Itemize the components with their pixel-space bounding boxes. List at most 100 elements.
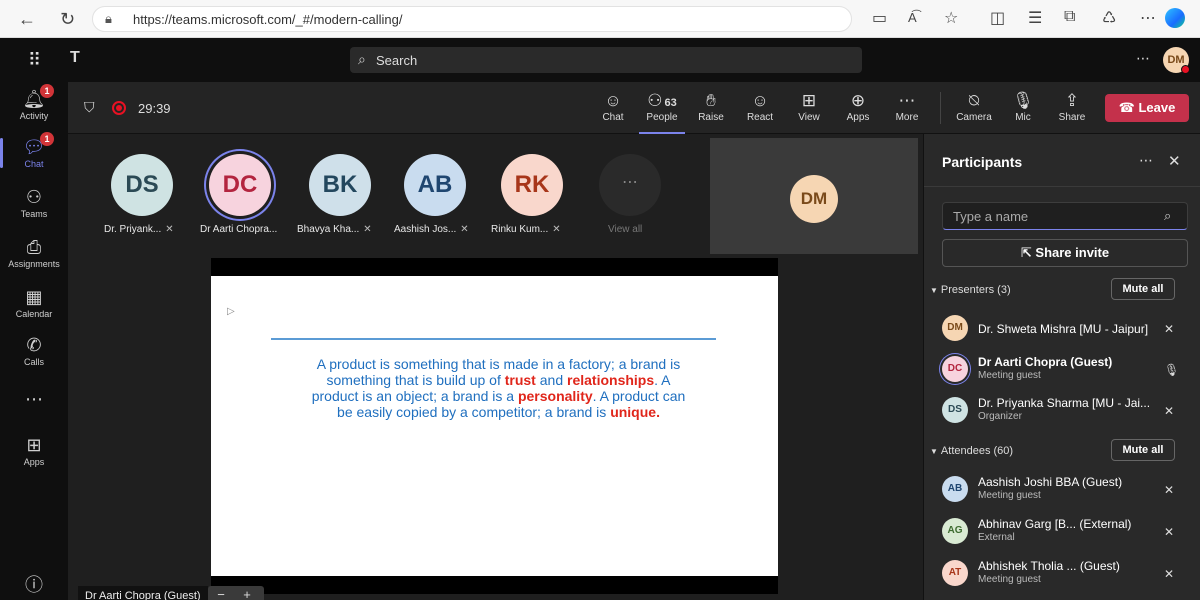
chat-button[interactable]: ☺ Chat [590, 90, 636, 123]
participant-row[interactable]: DS Dr. Priyanka Sharma [MU - Jai... Orga… [942, 392, 1192, 430]
rail-label: Assignments [8, 259, 60, 269]
app-launcher-icon[interactable]: ⠿ [28, 50, 41, 71]
participant-avatar: AT [942, 560, 968, 586]
slide-text: A product is something that is made in a… [311, 356, 686, 420]
recording-icon [112, 101, 126, 115]
participant-role: Organizer [978, 411, 1022, 422]
panel-title: Participants [942, 154, 1023, 170]
rail-chat[interactable]: 💬︎ 1 Chat [0, 132, 68, 169]
share-invite-button[interactable]: ⇱ Share invite [942, 239, 1188, 267]
share-up-icon: ⇪ [1064, 91, 1080, 110]
raise-hand-button[interactable]: ✋︎ Raise [688, 90, 734, 123]
participant-row[interactable]: DM Dr. Shweta Mishra [MU - Jaipur] ✕ [942, 310, 1192, 348]
gallery-avatar[interactable]: AB [404, 154, 466, 216]
people-button[interactable]: ⚇ 63 People [639, 90, 685, 134]
gallery-avatar[interactable]: DC [209, 154, 271, 216]
more-label: More [895, 112, 919, 123]
attendees-section-toggle[interactable]: ▼ Attendees (60) [930, 445, 1013, 457]
rail-calls[interactable]: ✆ Calls [0, 334, 68, 367]
leave-button[interactable]: ☎︎ Leave [1105, 94, 1189, 122]
browser-more-icon[interactable]: ⋯ [1140, 8, 1156, 28]
search-placeholder: Search [376, 53, 418, 68]
participants-panel: Participants ⋯ ✕ ⌕ ⇱ Share invite ▼Prese… [923, 134, 1200, 600]
react-button[interactable]: ☺ React [737, 90, 783, 123]
participant-name: Bhavya Kha... [297, 224, 360, 235]
split-screen-icon[interactable]: ◫ [990, 8, 1005, 28]
copilot-icon[interactable] [1165, 8, 1185, 28]
share-button[interactable]: ⇪ Share [1049, 90, 1095, 123]
ellipsis-icon: ⋯ [898, 91, 916, 110]
refresh-icon[interactable]: ↻ [60, 9, 75, 30]
panel-more-icon[interactable]: ⋯ [1139, 152, 1153, 169]
apps-icon: ⊞ [26, 435, 42, 455]
participant-row[interactable]: DC Dr Aarti Chopra (Guest) Meeting guest… [942, 351, 1192, 389]
gallery-avatar[interactable]: DS [111, 154, 173, 216]
teams-icon: ⚇ [25, 187, 43, 207]
self-video-tile[interactable]: DM [710, 138, 918, 254]
collections-icon[interactable]: ⧉ [1064, 8, 1075, 26]
zoom-in-icon[interactable]: + [234, 586, 260, 600]
presenter-name-tag: Dr Aarti Chopra (Guest) [78, 586, 208, 600]
participant-role: Meeting guest [978, 370, 1041, 381]
view-label: View [798, 112, 820, 123]
extensions-icon[interactable]: ♺ [1102, 8, 1116, 28]
mute-all-presenters-button[interactable]: Mute all [1111, 278, 1175, 300]
rail-help[interactable]: ⓘ [0, 574, 68, 596]
mic-button[interactable]: 🎙︎ Mic [1000, 90, 1046, 123]
mic-off-icon: ✕ [460, 224, 469, 235]
participant-name: Dr. Shweta Mishra [MU - Jaipur] [978, 322, 1149, 336]
gallery-avatar[interactable]: BK [309, 154, 371, 216]
back-icon[interactable]: ← [18, 9, 36, 30]
calendar-icon: ▦ [25, 287, 43, 307]
gallery-avatar[interactable]: RK [501, 154, 563, 216]
search-box[interactable]: ⌕ Search [350, 47, 862, 73]
react-label: React [746, 112, 774, 123]
section-label: Attendees (60) [940, 445, 1014, 457]
url-text: https://teams.microsoft.com/_#/modern-ca… [133, 12, 403, 27]
more-icon: ⋯ [25, 389, 43, 409]
rail-teams[interactable]: ⚇ Teams [0, 186, 68, 219]
zoom-out-icon[interactable]: − [208, 586, 234, 600]
avatar-initials: DS [125, 171, 159, 198]
apps-button[interactable]: ⊕ Apps [835, 90, 881, 123]
favorites-list-icon[interactable]: ☰ [1028, 8, 1042, 28]
participant-row[interactable]: AT Abhishek Tholia ... (Guest) Meeting g… [942, 555, 1192, 593]
read-aloud-icon[interactable]: A͡ [908, 10, 917, 25]
participant-role: Meeting guest [978, 574, 1041, 585]
participant-avatar: DM [942, 315, 968, 341]
gallery-name: Rinku Kum... ✕ [491, 224, 561, 235]
more-button[interactable]: ⋯ More [884, 90, 930, 123]
address-bar[interactable]: 🔒︎ https://teams.microsoft.com/_#/modern… [92, 6, 852, 32]
close-icon[interactable]: ✕ [1168, 152, 1181, 170]
mute-all-attendees-button[interactable]: Mute all [1111, 439, 1175, 461]
participant-search-input[interactable] [942, 202, 1188, 230]
camera-permission-icon[interactable]: ▭ [872, 8, 887, 28]
rail-apps[interactable]: ⊞ Apps [0, 434, 68, 467]
user-avatar[interactable]: DM [1163, 47, 1190, 74]
chat-bubble-icon: ☺ [604, 91, 622, 110]
camera-label: Camera [956, 112, 992, 123]
activity-badge: 1 [40, 84, 54, 98]
participant-row[interactable]: AG Abhinav Garg [B... (External) Externa… [942, 513, 1192, 551]
participant-row[interactable]: AB Aashish Joshi BBA (Guest) Meeting gue… [942, 471, 1192, 509]
rail-activity[interactable]: 🔔︎ 1 Activity [0, 84, 68, 121]
rail-assignments[interactable]: ⎙ Assignments [0, 236, 68, 269]
camera-button[interactable]: ⍉ Camera [951, 90, 997, 123]
mic-off-icon: ✕ [363, 224, 372, 235]
favorite-icon[interactable]: ☆ [944, 8, 958, 28]
mic-on-icon: 🎙︎ [1164, 363, 1180, 377]
assignments-icon: ⎙ [26, 237, 42, 257]
settings-more-icon[interactable]: ⋯ [1136, 50, 1150, 67]
search-icon: ⌕ [358, 51, 366, 67]
participant-name: Dr Aarti Chopra (Guest) [978, 355, 1113, 369]
presenters-section-toggle[interactable]: ▼ Presenters (3) [930, 284, 1011, 296]
chat-icon: 💬︎ [22, 137, 46, 157]
view-button[interactable]: ⊞ View [786, 90, 832, 123]
mouse-cursor-icon: ▷ [227, 306, 235, 317]
view-all-button[interactable]: ⋯ [599, 154, 661, 216]
rail-more[interactable]: ⋯ [0, 388, 68, 410]
rail-calendar[interactable]: ▦ Calendar [0, 286, 68, 319]
shield-icon: ⛉ [84, 99, 95, 115]
slide-rule [271, 338, 716, 340]
search-icon: ⌕ [1164, 208, 1172, 223]
